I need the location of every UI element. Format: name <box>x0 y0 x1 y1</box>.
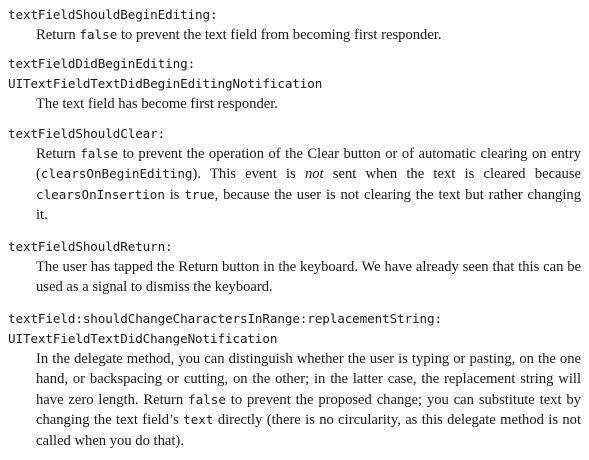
document-page: textFieldShouldBeginEditing: Return fals… <box>0 0 589 460</box>
description: In the delegate method, you can distingu… <box>36 349 581 451</box>
code-literal: clearsOnBeginEditing <box>40 166 193 182</box>
code-literal: false <box>187 391 226 407</box>
description-paragraph: Return false to prevent the operation of… <box>36 144 581 226</box>
code-literal: clearsOnInsertion <box>36 186 165 202</box>
entry-should-clear: textFieldShouldClear: Return false to pr… <box>0 124 589 226</box>
description-paragraph: Return false to prevent the text field f… <box>36 25 581 45</box>
method-name: textFieldShouldBeginEditing: <box>8 7 218 22</box>
description-paragraph: In the delegate method, you can distingu… <box>36 349 581 451</box>
code-literal: true <box>184 186 215 202</box>
text-run: Return <box>36 27 80 43</box>
description: The user has tapped the Return button in… <box>36 257 581 298</box>
method-name: textField:shouldChangeCharactersInRange:… <box>8 311 442 326</box>
entry-should-return: textFieldShouldReturn: The user has tapp… <box>0 237 589 298</box>
description: Return false to prevent the text field f… <box>36 25 581 45</box>
entry-should-begin-editing: textFieldShouldBeginEditing: Return fals… <box>0 5 589 45</box>
notification-name: UITextFieldTextDidBeginEditingNotificati… <box>8 76 323 91</box>
method-name: textFieldDidBeginEditing: <box>8 56 196 71</box>
description-paragraph: The user has tapped the Return button in… <box>36 257 581 298</box>
description: Return false to prevent the operation of… <box>36 144 581 226</box>
entry-should-change-characters: textField:shouldChangeCharactersInRange:… <box>0 309 589 451</box>
text-run: ). This event is <box>192 166 305 183</box>
description-paragraph: The text field has become first responde… <box>36 94 581 114</box>
code-literal: text <box>183 412 214 428</box>
method-name: textFieldShouldClear: <box>8 126 166 141</box>
text-run: Return <box>36 146 81 162</box>
entry-did-begin-editing: textFieldDidBeginEditing: UITextFieldTex… <box>0 54 589 114</box>
emphasis: not <box>304 166 324 183</box>
text-run: The user has tapped the Return button in… <box>36 259 581 296</box>
code-literal: false <box>79 27 118 42</box>
method-name: textFieldShouldReturn: <box>8 239 173 254</box>
text-run: to prevent the text field from becoming … <box>117 27 442 43</box>
text-run: sent when the text is cleared because <box>323 166 581 183</box>
text-run: is <box>164 186 185 203</box>
text-run: The text field has become first responde… <box>36 96 278 112</box>
code-literal: false <box>80 146 119 161</box>
notification-name: UITextFieldTextDidChangeNotification <box>8 331 278 346</box>
description: The text field has become first responde… <box>36 94 581 114</box>
